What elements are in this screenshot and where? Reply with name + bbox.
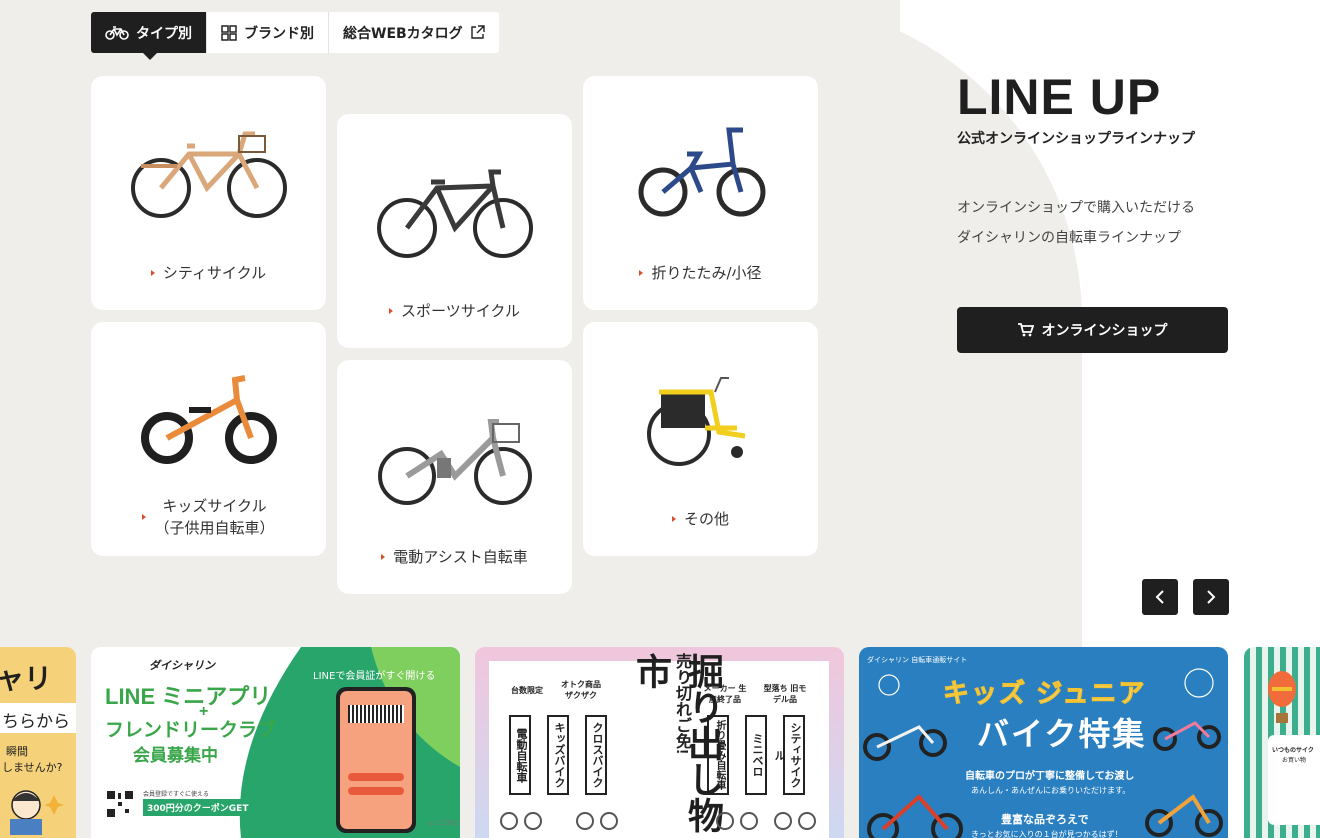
lineup-description: オンラインショップで購入いただける ダイシャリンの自転車ラインナップ xyxy=(957,193,1195,253)
sports-bike-image xyxy=(376,169,533,258)
card-other[interactable]: その他 xyxy=(583,322,818,556)
arrow-icon xyxy=(389,307,394,314)
card-assist-label: 電動アシスト自転車 xyxy=(393,548,528,566)
banner-sale-tag2: オトク商品 ザクザク xyxy=(561,680,601,700)
lineup-desc-line1: オンラインショップで購入いただける xyxy=(957,200,1195,216)
banner-partial-right[interactable]: いつものサイク お買い物 xyxy=(1244,647,1320,838)
lineup-subtitle: 公式オンラインショップラインナップ xyxy=(957,131,1195,147)
card-other-label: その他 xyxy=(683,510,729,528)
tab-type[interactable]: タイプ別 xyxy=(91,12,207,60)
card-folding[interactable]: 折りたたみ/小径 xyxy=(583,76,818,310)
tab-type-label: タイプ別 xyxy=(136,25,192,42)
folding-bike-image xyxy=(638,127,765,217)
chevron-left-icon xyxy=(1155,590,1164,604)
card-kids-cycle[interactable]: キッズサイクル （子供用自転車） xyxy=(91,322,326,556)
arrow-icon xyxy=(150,269,155,276)
qr-code-image xyxy=(105,789,135,819)
bicycle-icon xyxy=(105,25,129,40)
online-shop-button[interactable]: オンラインショップ xyxy=(957,307,1228,353)
arrow-icon xyxy=(142,514,147,520)
banner-line-coupon: 300円分のクーポンGET xyxy=(143,799,253,816)
arrow-icon xyxy=(639,269,644,276)
kids-bike-image xyxy=(140,375,277,464)
banner-kids-junior[interactable]: ダイシャリン 自転車通販サイト キッズ ジュニア バイク特集 自転車のプロが丁寧… xyxy=(859,647,1228,838)
assist-bike-image xyxy=(377,419,532,505)
lineup-title: LINE UP xyxy=(957,69,1162,125)
banner-line-title1: LINE ミニアプリ xyxy=(105,684,272,709)
banner-line-title3: 会員募集中 xyxy=(133,746,218,765)
banner-sale-item2: キッズバイク xyxy=(547,715,569,795)
card-city-cycle-label: シティサイクル xyxy=(162,264,267,282)
kids-bikes-image xyxy=(863,668,1223,838)
banner-left-line2: 瞬間 xyxy=(6,745,28,758)
card-folding-label: 折りたたみ/小径 xyxy=(651,264,762,282)
banner-left-line1: ちらから xyxy=(0,703,76,733)
banner-sale-item6: シティサイクル xyxy=(773,715,805,795)
balloon-illustration xyxy=(1268,671,1296,723)
arrow-icon xyxy=(671,515,676,522)
card-assist-cycle[interactable]: 電動アシスト自転車 xyxy=(337,360,572,594)
banner-line-miniapp[interactable]: ダイシャリン LINE ミニアプリ + フレンドリークラブ 会員募集中 LINE… xyxy=(91,647,460,838)
grid-icon xyxy=(221,24,237,41)
banner-line-coupon-small: 会員登録ですぐに使える xyxy=(143,791,209,798)
banner-line-title2: フレンドリークラブ xyxy=(105,720,277,741)
card-city-cycle[interactable]: シティサイクル xyxy=(91,76,326,310)
banner-left-line3: しませんか? xyxy=(2,761,63,774)
wheelchair-image xyxy=(646,377,745,466)
online-shop-button-label: オンラインショップ xyxy=(1041,323,1168,339)
cart-icon xyxy=(1017,323,1034,337)
card-kids-label-line1: キッズサイクル xyxy=(162,497,267,515)
banner-right-line1: いつものサイク xyxy=(1272,747,1314,754)
city-bike-image xyxy=(130,131,287,218)
banner-sale-tag4: 型落ち 旧モデル品 xyxy=(763,684,807,704)
banner-sale-item5: ミニベロ xyxy=(745,715,767,795)
category-tabs: タイプ別 ブランド別 総合WEBカタログ xyxy=(91,12,499,60)
card-sports-cycle-label: スポーツサイクル xyxy=(401,302,520,320)
banner-partial-left[interactable]: ャリン ちらから 瞬間 しませんか? xyxy=(0,647,76,838)
next-button[interactable] xyxy=(1193,579,1229,615)
banner-line-bubble: LINEで会員証がすぐ開ける xyxy=(313,671,436,682)
banner-right-line2: お買い物 xyxy=(1282,757,1307,764)
arrow-icon xyxy=(381,553,386,560)
card-sports-cycle[interactable]: スポーツサイクル xyxy=(337,114,572,348)
phone-mockup xyxy=(336,687,416,833)
tab-web-catalog[interactable]: 総合WEBカタログ xyxy=(329,12,499,53)
tab-brand-label: ブランド別 xyxy=(244,25,314,42)
external-link-icon xyxy=(470,25,485,39)
banner-sale-item1: 電動自転車 xyxy=(509,715,531,795)
banner-sale-tag1: 台数限定 xyxy=(511,686,543,695)
small-bikes-image xyxy=(500,812,816,830)
banner-right-card: いつものサイク お買い物 xyxy=(1268,735,1320,825)
card-kids-label-line2: （子供用自転車） xyxy=(154,519,275,537)
chevron-right-icon xyxy=(1207,590,1216,604)
person-illustration xyxy=(10,790,64,835)
lineup-desc-line2: ダイシャリンの自転車ラインナップ xyxy=(957,230,1181,246)
tab-web-catalog-label: 総合WEBカタログ xyxy=(343,25,463,42)
banner-line-brand: ダイシャリン xyxy=(149,659,215,672)
banner-bargain-sale[interactable]: 台数限定 オトク商品 ザクザク メーカー 生産終了品 型落ち 旧モデル品 電動自… xyxy=(475,647,844,838)
prev-button[interactable] xyxy=(1142,579,1178,615)
banner-sale-item3: クロスバイク xyxy=(585,715,607,795)
banner-line-version: v.1.2303 xyxy=(429,819,460,827)
tab-brand[interactable]: ブランド別 xyxy=(207,12,329,53)
